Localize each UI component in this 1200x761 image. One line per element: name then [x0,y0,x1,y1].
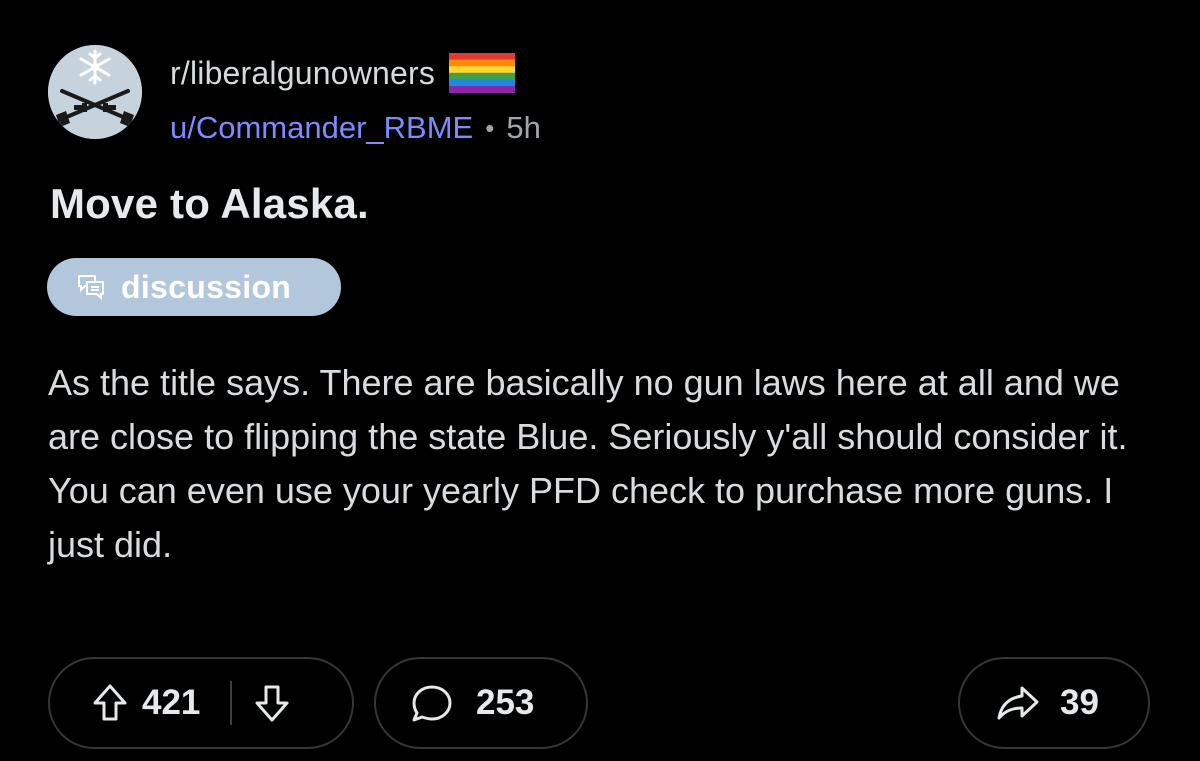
chat-bubbles-icon [78,275,104,301]
post-age: 5h [506,110,541,145]
comment-bubble-icon [412,685,452,722]
comment-count: 253 [476,683,535,722]
comments-button[interactable]: 253 [374,657,588,749]
flair-label: discussion [121,268,292,305]
share-arrow-icon [997,686,1039,720]
author-link[interactable]: u/Commander_RBME [170,110,473,146]
subreddit-row: r/liberalgunowners [170,52,516,94]
subreddit-link[interactable]: r/liberalgunowners [170,55,435,92]
post-meta: u/Commander_RBME • 5h [170,108,541,148]
snowflake-crossed-rifles-icon [48,45,142,139]
post-title[interactable]: Move to Alaska. [50,180,369,228]
share-count: 39 [1060,683,1099,722]
vote-bar: 421 [48,657,354,749]
post-body: As the title says. There are basically n… [48,362,1128,565]
flair-tag[interactable]: discussion [47,258,341,316]
vote-count: 421 [142,683,201,722]
vote-divider [230,681,233,725]
upvote-arrow-icon[interactable] [92,683,128,723]
subreddit-avatar[interactable] [48,45,142,139]
downvote-arrow-icon[interactable] [254,683,290,723]
share-button[interactable]: 39 [958,657,1150,749]
pride-flag-icon [449,53,516,93]
meta-separator: • [485,112,495,143]
